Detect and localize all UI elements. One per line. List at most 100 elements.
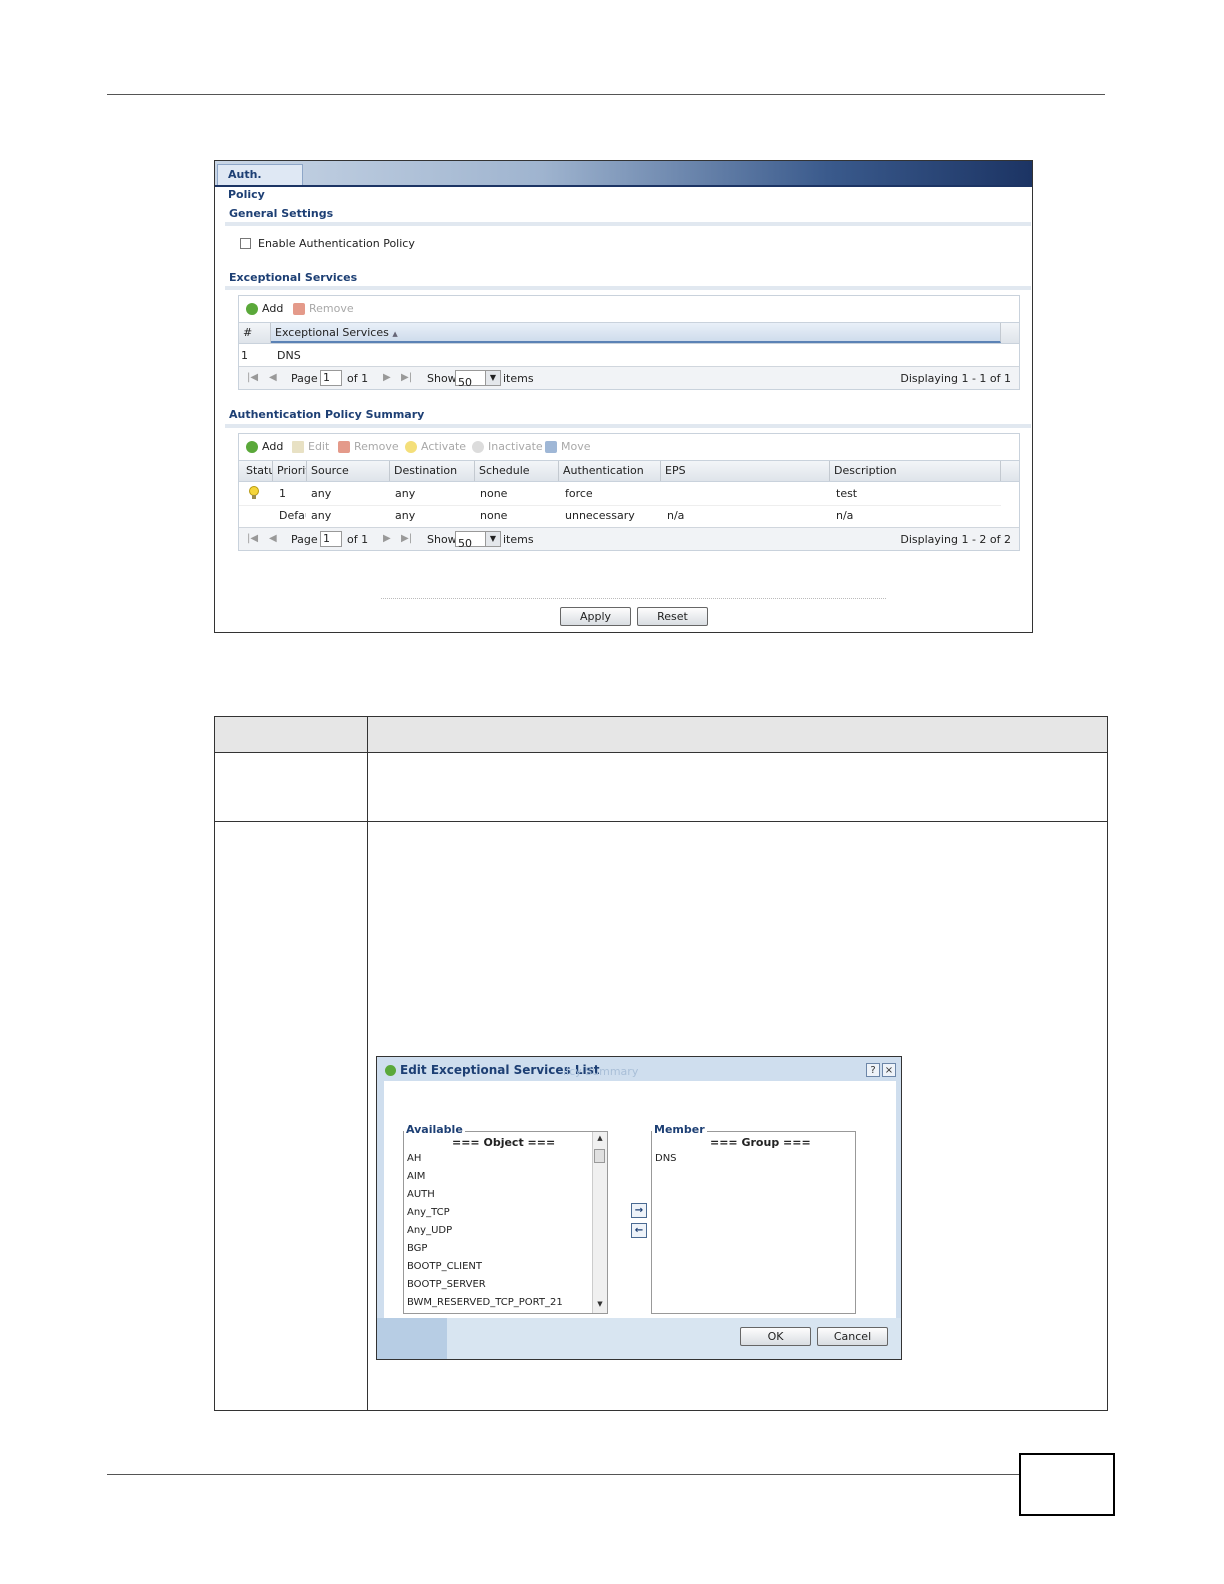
- col-num[interactable]: #: [239, 323, 271, 343]
- available-label: Available: [404, 1123, 465, 1136]
- row1-destination: any: [395, 487, 416, 500]
- cancel-button[interactable]: Cancel: [817, 1327, 888, 1346]
- list-item[interactable]: BGP: [407, 1243, 427, 1254]
- edit-icon: [292, 440, 304, 453]
- bulb-off-icon: [472, 440, 484, 453]
- page-label: Page: [291, 372, 318, 385]
- dialog-footer: OK Cancel: [377, 1318, 901, 1359]
- enable-auth-policy-label: Enable Authentication Policy: [258, 237, 415, 250]
- available-group-header: === Object ===: [452, 1136, 556, 1149]
- dotted-divider: [381, 598, 886, 599]
- list-item[interactable]: AIM: [407, 1171, 425, 1182]
- move-right-arrow-icon[interactable]: →: [631, 1203, 647, 1218]
- last-page-icon[interactable]: ▶|: [401, 533, 412, 544]
- first-page-icon[interactable]: |◀: [247, 533, 258, 544]
- col-exceptional-services-label: Exceptional Services: [275, 326, 389, 339]
- trash-icon: [338, 440, 350, 453]
- per-page-value: 50: [458, 376, 472, 389]
- status-active-bulb-icon[interactable]: [248, 486, 260, 500]
- exceptional-services-panel: Add Remove # Exceptional Services ▲ 1 DN…: [238, 295, 1020, 390]
- per-page-select[interactable]: 50 ▼: [455, 370, 501, 389]
- displaying-label: Displaying 1 - 1 of 1: [900, 372, 1011, 385]
- section-divider: [225, 222, 1031, 226]
- dialog-body: === Object === AH AIM AUTH Any_TCP Any_U…: [384, 1081, 896, 1318]
- exceptional-services-title: Exceptional Services: [229, 271, 358, 284]
- exc-add-button[interactable]: Add: [246, 302, 283, 315]
- move-left-arrow-icon[interactable]: ←: [631, 1223, 647, 1238]
- last-page-icon[interactable]: ▶|: [401, 372, 412, 383]
- summary-activate-button[interactable]: Activate: [405, 440, 466, 453]
- exc-remove-button[interactable]: Remove: [293, 302, 354, 315]
- col-eps[interactable]: EPS: [661, 461, 830, 481]
- displaying-label: Displaying 1 - 2 of 2: [900, 533, 1011, 546]
- reset-button[interactable]: Reset: [637, 607, 708, 626]
- items-label: items: [503, 533, 534, 546]
- col-priority[interactable]: Priority: [273, 461, 307, 481]
- row1-schedule: none: [480, 487, 508, 500]
- col-description[interactable]: Description: [830, 461, 1001, 481]
- available-scrollbar[interactable]: ▲ ▼: [592, 1132, 607, 1313]
- summary-add-button[interactable]: Add: [246, 440, 283, 453]
- row2-eps: n/a: [667, 509, 685, 522]
- prev-page-icon[interactable]: ◀: [269, 372, 277, 383]
- edit-exceptional-services-dialog: Edit Exceptional Services List licy Summ…: [376, 1056, 902, 1360]
- summary-inactivate-button[interactable]: Inactivate: [472, 440, 543, 453]
- auth-policy-screen: Auth. Policy General Settings Enable Aut…: [214, 160, 1033, 633]
- add-icon: [246, 440, 258, 453]
- list-item[interactable]: BOOTP_CLIENT: [407, 1261, 482, 1272]
- col-schedule[interactable]: Schedule: [475, 461, 559, 481]
- next-page-icon[interactable]: ▶: [383, 533, 391, 544]
- per-page-value: 50: [458, 537, 472, 550]
- scroll-thumb[interactable]: [594, 1149, 605, 1163]
- tab-auth-policy[interactable]: Auth. Policy: [217, 164, 303, 201]
- scroll-down-icon[interactable]: ▼: [593, 1300, 607, 1312]
- policy-summary-panel: Add Edit Remove Activate Inactivate Move…: [238, 433, 1020, 551]
- list-item[interactable]: AH: [407, 1153, 421, 1164]
- summary-remove-button[interactable]: Remove: [338, 440, 399, 453]
- exc-remove-label: Remove: [309, 302, 354, 315]
- list-item[interactable]: Any_UDP: [407, 1225, 452, 1236]
- close-icon[interactable]: ×: [882, 1063, 896, 1077]
- enable-auth-policy-checkbox[interactable]: [240, 238, 251, 249]
- per-page-select[interactable]: 50 ▼: [455, 531, 501, 550]
- scroll-up-icon[interactable]: ▲: [593, 1134, 607, 1146]
- section-divider: [225, 424, 1031, 428]
- list-item[interactable]: DNS: [655, 1153, 677, 1164]
- row2-description: n/a: [836, 509, 854, 522]
- list-item[interactable]: BOOTP_SERVER: [407, 1279, 486, 1290]
- col-exceptional-services[interactable]: Exceptional Services ▲: [271, 323, 1001, 343]
- help-icon[interactable]: ?: [866, 1063, 880, 1077]
- row-divider: [215, 821, 1107, 822]
- ok-button[interactable]: OK: [740, 1327, 811, 1346]
- summary-move-label: Move: [561, 440, 591, 453]
- exc-row-service[interactable]: DNS: [277, 349, 301, 362]
- general-settings-title: General Settings: [229, 207, 334, 220]
- summary-table-header: Status Priority Source Destination Sched…: [239, 460, 1019, 482]
- member-group-header: === Group ===: [710, 1136, 811, 1149]
- footer-rule: [107, 1474, 1019, 1475]
- summary-move-button[interactable]: Move: [545, 440, 591, 453]
- list-item[interactable]: Any_TCP: [407, 1207, 450, 1218]
- items-label: items: [503, 372, 534, 385]
- apply-button[interactable]: Apply: [560, 607, 631, 626]
- list-item[interactable]: AUTH: [407, 1189, 435, 1200]
- exc-row-num: 1: [241, 349, 248, 362]
- summary-activate-label: Activate: [421, 440, 467, 453]
- col-status[interactable]: Status: [242, 461, 273, 481]
- col-destination[interactable]: Destination: [390, 461, 475, 481]
- available-list[interactable]: === Object === AH AIM AUTH Any_TCP Any_U…: [403, 1131, 608, 1314]
- page-input[interactable]: 1: [320, 531, 342, 547]
- summary-edit-button[interactable]: Edit: [292, 440, 329, 453]
- list-item[interactable]: BWM_RESERVED_TCP_PORT_21: [407, 1297, 563, 1308]
- next-page-icon[interactable]: ▶: [383, 372, 391, 383]
- member-list[interactable]: === Group === DNS: [651, 1131, 856, 1314]
- chevron-down-icon: ▼: [485, 532, 500, 546]
- col-authentication[interactable]: Authentication: [559, 461, 661, 481]
- col-source[interactable]: Source: [307, 461, 390, 481]
- row1-priority: 1: [279, 487, 286, 500]
- dialog-ghost-text: licy Summary: [563, 1065, 639, 1078]
- first-page-icon[interactable]: |◀: [247, 372, 258, 383]
- page-input[interactable]: 1: [320, 370, 342, 386]
- add-icon: [246, 302, 258, 315]
- prev-page-icon[interactable]: ◀: [269, 533, 277, 544]
